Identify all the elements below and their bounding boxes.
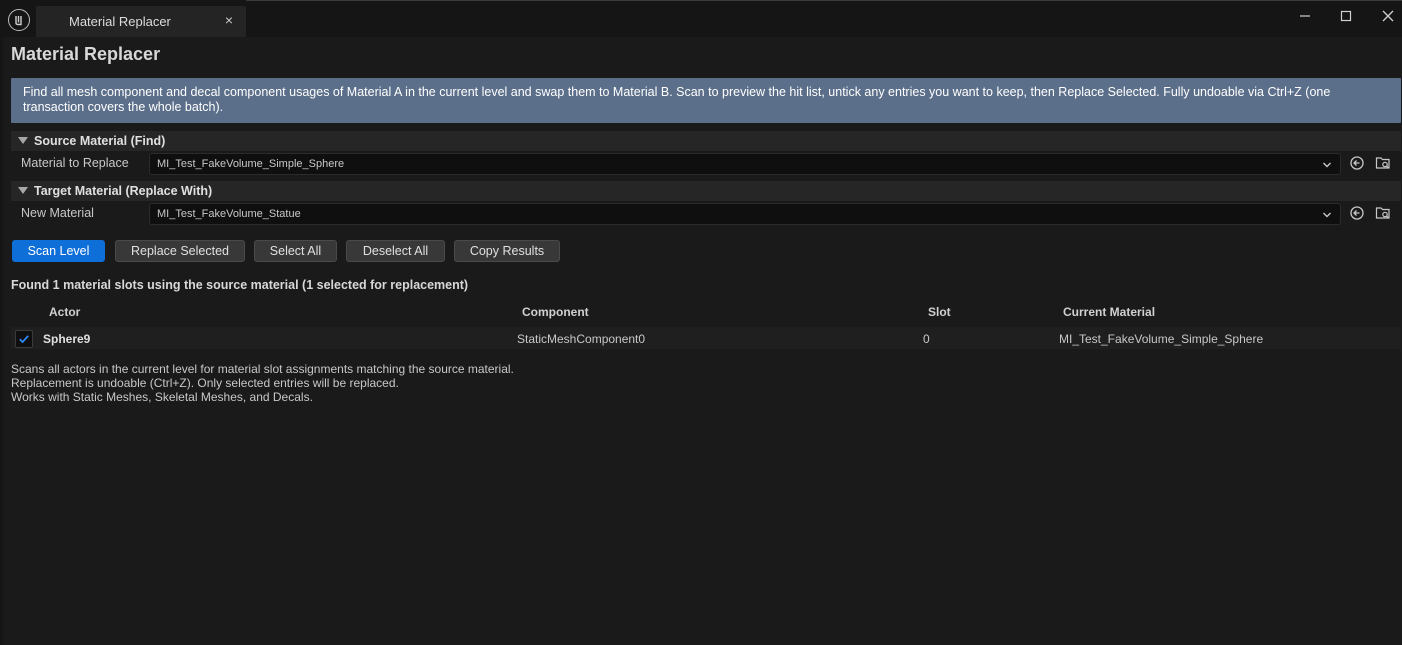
- section-target-label: Target Material (Replace With): [34, 184, 213, 198]
- unreal-logo-icon[interactable]: [8, 9, 30, 31]
- section-source-label: Source Material (Find): [34, 134, 166, 148]
- browse-asset-icon[interactable]: [1374, 154, 1392, 172]
- copy-results-button[interactable]: Copy Results: [454, 240, 560, 262]
- cell-component: StaticMeshComponent0: [517, 332, 646, 346]
- cell-actor: Sphere9: [43, 332, 91, 346]
- browse-asset-icon[interactable]: [1374, 204, 1392, 222]
- select-all-button[interactable]: Select All: [254, 240, 337, 262]
- cell-slot: 0: [923, 332, 930, 346]
- section-source-material[interactable]: Source Material (Find): [11, 131, 1401, 151]
- deselect-all-button[interactable]: Deselect All: [346, 240, 445, 262]
- property-row-source: Material to Replace MI_Test_FakeVolume_S…: [11, 151, 1401, 177]
- column-header-current-material: Current Material: [1063, 305, 1156, 319]
- column-header-slot: Slot: [928, 305, 951, 319]
- cell-current-material: MI_Test_FakeVolume_Simple_Sphere: [1059, 332, 1264, 346]
- info-banner: Find all mesh component and decal compon…: [11, 78, 1401, 123]
- tab-material-replacer[interactable]: Material Replacer ×: [36, 6, 246, 37]
- note-line: Scans all actors in the current level fo…: [11, 362, 514, 376]
- source-material-value: MI_Test_FakeVolume_Simple_Sphere: [157, 158, 345, 170]
- tab-close-icon[interactable]: ×: [222, 13, 236, 27]
- page-title: Material Replacer: [11, 44, 161, 64]
- use-selected-asset-icon[interactable]: [1348, 204, 1366, 222]
- source-material-combo[interactable]: MI_Test_FakeVolume_Simple_Sphere: [149, 153, 1341, 175]
- replace-selected-button[interactable]: Replace Selected: [115, 240, 245, 262]
- title-bar-divider: [246, 0, 1402, 1]
- tab-label: Material Replacer: [69, 14, 171, 29]
- table-row[interactable]: Sphere9 StaticMeshComponent0 0 MI_Test_F…: [11, 327, 1401, 349]
- collapse-arrow-icon[interactable]: [18, 187, 28, 194]
- collapse-arrow-icon[interactable]: [18, 137, 28, 144]
- target-material-value: MI_Test_FakeVolume_Statue: [157, 208, 301, 220]
- column-header-actor: Actor: [49, 305, 81, 319]
- property-row-target: New Material MI_Test_FakeVolume_Statue: [11, 201, 1401, 227]
- note-line: Replacement is undoable (Ctrl+Z). Only s…: [11, 376, 399, 390]
- target-material-label: New Material: [21, 206, 94, 220]
- material-replacer-panel: Material Replacer Find all mesh componen…: [3, 37, 1402, 645]
- results-table-header: Actor Component Slot Current Material: [11, 303, 1401, 321]
- use-selected-asset-icon[interactable]: [1348, 154, 1366, 172]
- results-summary: Found 1 material slots using the source …: [11, 278, 469, 292]
- target-material-combo[interactable]: MI_Test_FakeVolume_Statue: [149, 203, 1341, 225]
- column-header-component: Component: [522, 305, 589, 319]
- close-window-icon[interactable]: [1378, 6, 1398, 26]
- source-material-label: Material to Replace: [21, 156, 129, 170]
- help-notes: Scans all actors in the current level fo…: [11, 362, 514, 404]
- title-bar: Material Replacer ×: [0, 0, 1402, 38]
- note-line: Works with Static Meshes, Skeletal Meshe…: [11, 390, 313, 404]
- chevron-down-icon: [1322, 209, 1332, 219]
- row-checkbox[interactable]: [15, 330, 33, 348]
- scan-level-button[interactable]: Scan Level: [12, 240, 105, 262]
- chevron-down-icon: [1322, 159, 1332, 169]
- section-target-material[interactable]: Target Material (Replace With): [11, 181, 1401, 201]
- minimize-icon[interactable]: [1295, 6, 1315, 26]
- maximize-icon[interactable]: [1336, 6, 1356, 26]
